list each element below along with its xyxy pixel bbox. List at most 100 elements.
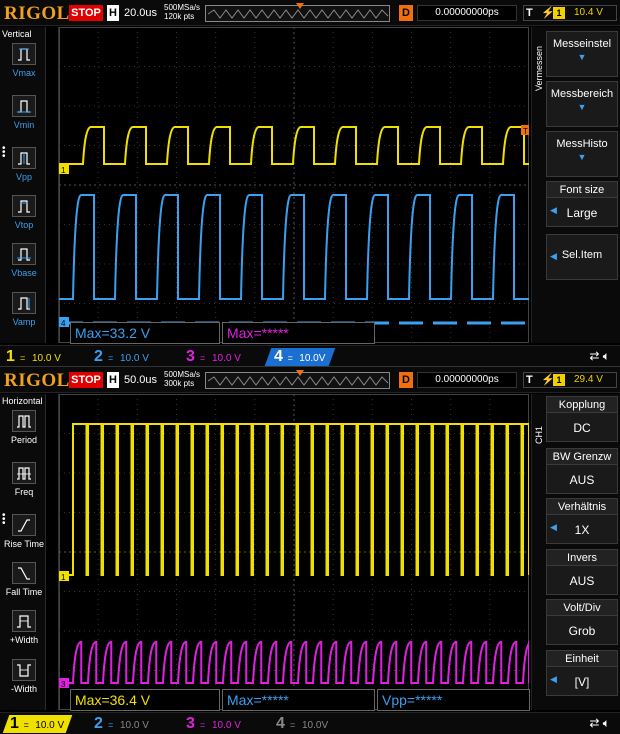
- bw-grenzw-button[interactable]: BW Grenzw AUS: [546, 448, 618, 494]
- waveform-display[interactable]: 13: [58, 394, 529, 710]
- speaker-icon[interactable]: ⇄ 🔈︎: [589, 349, 610, 364]
- trigger-level: 29.4 V: [574, 374, 603, 385]
- measurement-2: Max=*****: [222, 322, 375, 344]
- channel-strip: 1 = 10.0 V 2 = 10.0 V 3 = 10.0 V 4 = 10.0V ⇄ 🔈︎: [0, 345, 620, 367]
- measure-period[interactable]: Period: [4, 410, 44, 454]
- vbase-icon: [12, 243, 36, 265]
- einheit-button[interactable]: Einheit [V] ◀: [546, 650, 618, 696]
- sel-item-button[interactable]: Sel.Item ◀: [546, 234, 618, 280]
- acquisition-info: 500MSa/s 300k pts: [164, 370, 200, 388]
- channel-3-marker-label: 3: [61, 680, 66, 689]
- vmax-icon: [12, 43, 36, 65]
- trigger-position-marker: [296, 3, 304, 9]
- trigger-label: T: [526, 374, 533, 386]
- right-softkey-menu: CH1 Kopplung DC BW Grenzw AUS Verhältnis…: [531, 394, 620, 710]
- sample-rate: 500MSa/s: [164, 370, 201, 379]
- channel-1-indicator[interactable]: 1 = 10.0 V: [2, 715, 73, 733]
- trigger-position-marker: [296, 370, 304, 376]
- waveform-display[interactable]: 1 4 T: [58, 27, 529, 343]
- measurement-2-text: Max=*****: [227, 692, 289, 708]
- chevron-down-icon: ▼: [577, 152, 587, 162]
- vmin-icon: [12, 95, 36, 117]
- delay-value[interactable]: 0.00000000ps: [417, 5, 517, 21]
- measure-vpp[interactable]: Vpp: [4, 147, 44, 191]
- waveform-grid: 1 4 T: [59, 27, 529, 343]
- run-stop-badge[interactable]: STOP: [69, 372, 103, 388]
- left-menu-title: Vertical: [2, 29, 32, 39]
- scope-screenshot-bottom: RIGOL STOP H 50.0us 500MSa/s 300k pts D …: [0, 367, 620, 734]
- font-size-button[interactable]: Font size Large ◀: [546, 181, 618, 227]
- left-measure-menu: Horizontal Period Freq • • • Rise Time Fal…: [0, 394, 46, 710]
- measure-vbase[interactable]: Vbase: [4, 243, 44, 287]
- measure-rise-time[interactable]: Rise Time: [4, 514, 44, 558]
- freq-icon: [12, 462, 36, 484]
- verhaeltnis-button[interactable]: Verhältnis 1X ◀: [546, 498, 618, 544]
- channel-strip: 1 = 10.0 V 2 = 10.0 V 3 = 10.0 V 4 = 10.0V ⇄ 🔈︎: [0, 712, 620, 734]
- measure-vmax[interactable]: Vmax: [4, 43, 44, 87]
- measure-vamp[interactable]: Vamp: [4, 292, 44, 336]
- chevron-left-icon: ◀: [550, 205, 557, 215]
- measurement-2-text: Max=*****: [227, 325, 289, 341]
- rise-time-icon: [12, 514, 36, 536]
- measurement-1-text: Max=33.2 V: [75, 325, 151, 341]
- measure-minus-width[interactable]: -Width: [4, 659, 44, 703]
- measure-vtop[interactable]: Vtop: [4, 195, 44, 239]
- measurement-results: Max=33.2 V Max=*****: [70, 322, 530, 344]
- measure-plus-width[interactable]: +Width: [4, 610, 44, 654]
- channel-3-indicator[interactable]: 3 = 10.0 V: [186, 715, 241, 733]
- channel-1-indicator[interactable]: 1 = 10.0 V: [6, 348, 61, 366]
- right-menu-title: CH1: [534, 425, 544, 444]
- delay-label: D: [399, 5, 413, 21]
- sample-rate: 500MSa/s: [164, 3, 201, 12]
- measurement-results: Max=36.4 V Max=***** Vpp=*****: [70, 689, 530, 711]
- brand-logo: RIGOL: [4, 3, 70, 24]
- right-softkey-menu: Vermessen Messeinstel ▼ Messbereich ▼ Me…: [531, 27, 620, 343]
- run-stop-badge[interactable]: STOP: [69, 5, 103, 21]
- channel-4-indicator[interactable]: 4 = 10.0V: [276, 715, 328, 733]
- delay-value[interactable]: 0.00000000ps: [417, 372, 517, 388]
- channel-4-indicator[interactable]: 4 = 10.0V: [264, 348, 336, 366]
- channel-4-marker-label: 4: [61, 319, 66, 328]
- measure-freq[interactable]: Freq: [4, 462, 44, 506]
- messhisto-button[interactable]: MessHisto ▼: [546, 131, 618, 177]
- messeinstel-button[interactable]: Messeinstel ▼: [546, 31, 618, 77]
- channel-2-indicator[interactable]: 2 = 10.0 V: [94, 348, 149, 366]
- channel-2-indicator[interactable]: 2 = 10.0 V: [94, 715, 149, 733]
- messbereich-button[interactable]: Messbereich ▼: [546, 81, 618, 127]
- measurement-1: Max=33.2 V: [70, 322, 220, 344]
- horizontal-label: H: [107, 372, 119, 388]
- timebase-value[interactable]: 20.0us: [124, 7, 157, 19]
- chevron-left-icon: ◀: [550, 522, 557, 532]
- chevron-left-icon: ◀: [550, 251, 557, 261]
- measure-fall-time[interactable]: Fall Time: [4, 562, 44, 606]
- kopplung-button[interactable]: Kopplung DC: [546, 396, 618, 442]
- channel-3-indicator[interactable]: 3 = 10.0 V: [186, 348, 241, 366]
- measurement-1-text: Max=36.4 V: [75, 692, 151, 708]
- invers-button[interactable]: Invers AUS: [546, 549, 618, 595]
- speaker-icon[interactable]: ⇄ 🔈︎: [589, 716, 610, 731]
- fall-time-icon: [12, 562, 36, 584]
- chevron-left-icon: ◀: [550, 674, 557, 684]
- waveform-grid: 13: [59, 394, 529, 710]
- left-measure-menu: Vertical Vmax Vmin • • • Vpp Vtop Vbase Va…: [0, 27, 46, 343]
- measurement-3: Vpp=*****: [377, 689, 530, 711]
- top-status-bar: RIGOL STOP H 50.0us 500MSa/s 300k pts D …: [0, 367, 620, 393]
- right-menu-title: Vermessen: [534, 45, 544, 91]
- volt-div-button[interactable]: Volt/Div Grob: [546, 599, 618, 645]
- chevron-down-icon: ▼: [577, 52, 587, 62]
- channel-3-trace: [59, 641, 529, 684]
- timebase-value[interactable]: 50.0us: [124, 374, 157, 386]
- trigger-label: T: [526, 7, 533, 19]
- memory-depth: 120k pts: [164, 12, 195, 21]
- chevron-down-icon: ▼: [577, 102, 587, 112]
- left-menu-title: Horizontal: [2, 396, 43, 406]
- measurement-2: Max=*****: [222, 689, 375, 711]
- memory-depth: 300k pts: [164, 379, 195, 388]
- vamp-icon: [12, 292, 36, 314]
- delay-label: D: [399, 372, 413, 388]
- acquisition-info: 500MSa/s 120k pts: [164, 3, 200, 21]
- measure-vmin[interactable]: Vmin: [4, 95, 44, 139]
- vpp-icon: [12, 147, 36, 169]
- horizontal-label: H: [107, 5, 119, 21]
- channel-1-marker-label: 1: [61, 166, 66, 175]
